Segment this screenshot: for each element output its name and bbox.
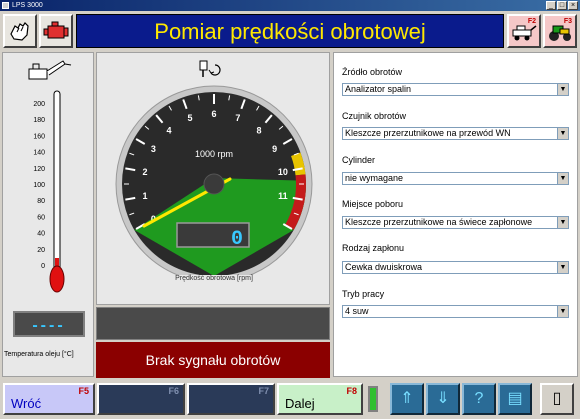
pickup-point-select[interactable]: Kleszcze przerzutnikowe na świece zapłon…: [342, 216, 569, 229]
f2-key-label: F2: [527, 18, 536, 25]
status-message: Brak sygnału obrotów: [96, 342, 330, 378]
maximize-button[interactable]: □: [557, 1, 567, 10]
rpm-sensor-select[interactable]: Kleszcze przerzutnikowe na przewód WN ▼: [342, 127, 569, 140]
gauge-tick-label: 3: [151, 144, 156, 154]
hand-button[interactable]: [3, 14, 37, 48]
window-titlebar: LPS 3000 _ □ ×: [0, 0, 580, 11]
rpm-sensor-label: Czujnik obrotów: [342, 111, 407, 121]
rpm-sensor-value: Kleszcze przerzutnikowe na przewód WN: [345, 128, 511, 138]
arrow-up-icon: ⇑: [400, 390, 414, 407]
ignition-type-value: Cewka dwuiskrowa: [345, 262, 423, 272]
page-title: Pomiar prędkości obrotowej: [76, 14, 504, 48]
thermometer-tick-label: 180: [33, 117, 45, 124]
chevron-down-icon[interactable]: ▼: [557, 217, 568, 228]
back-button-label: Wróć: [11, 396, 42, 411]
thermometer-tick-label: 120: [33, 166, 45, 173]
down-button[interactable]: ⇓: [426, 383, 460, 415]
oil-temperature-readout: ----: [13, 311, 85, 337]
oil-temperature-panel: 200 180 160 140 120 100 80 60 40 20 0 ---- Tempera…: [2, 52, 94, 377]
rpm-source-select[interactable]: Analizator spalin ▼: [342, 83, 569, 96]
thermometer-tick-label: 100: [33, 182, 45, 189]
next-button[interactable]: Dalej F8: [277, 383, 363, 415]
chevron-down-icon[interactable]: ▼: [557, 262, 568, 273]
help-button[interactable]: ?: [462, 383, 496, 415]
thermometer-tick-label: 40: [37, 231, 45, 238]
arrow-down-icon: ⇓: [436, 390, 450, 407]
thermometer-tick-label: 160: [33, 133, 45, 140]
f8-key-label: F8: [346, 386, 357, 396]
door-icon: ▯: [552, 390, 562, 407]
f2-button[interactable]: F2: [507, 14, 541, 48]
exit-button[interactable]: ▯: [540, 383, 574, 415]
cylinder-label: Cylinder: [342, 155, 376, 165]
gauge-unit-label: 1000 rpm: [195, 149, 233, 159]
chevron-down-icon[interactable]: ▼: [557, 173, 568, 184]
pickup-point-value: Kleszcze przerzutnikowe na świece zapłon…: [345, 217, 533, 227]
f6-key-label: F6: [168, 386, 179, 396]
digital-rpm-value: 0: [231, 228, 243, 251]
cylinder-value: nie wymagane: [345, 173, 404, 183]
f3-button[interactable]: F3: [543, 14, 577, 48]
thermometer-tick-label: 80: [37, 198, 45, 205]
gauge-tick-label: 9: [272, 144, 277, 154]
gauge-tick-label: 6: [211, 109, 216, 119]
gauge-tick-label: 1: [143, 191, 148, 201]
window-title: LPS 3000: [12, 2, 43, 9]
close-button[interactable]: ×: [568, 1, 578, 10]
thermometer-tick-label: 60: [37, 214, 45, 221]
thermometer-tick-label: 140: [33, 150, 45, 157]
piston-rotation-icon: [199, 60, 221, 77]
settings-panel: Źródło obrotów Analizator spalin ▼ Czujn…: [333, 52, 578, 377]
gauge-caption: Prędkość obrotowa [rpm]: [175, 275, 253, 282]
f7-button[interactable]: F7: [187, 383, 275, 415]
engine-icon: [43, 21, 69, 39]
f3-key-label: F3: [563, 18, 572, 25]
oil-temperature-label: Temperatura oleju [°C]: [4, 351, 74, 358]
header: Pomiar prędkości obrotowej F2 F3: [0, 11, 580, 51]
rpm-source-value: Analizator spalin: [345, 84, 412, 94]
footer-toolbar: Wróć F5 F6 F7 Dalej F8 ⇑ ⇓ ? ▤ ▯: [0, 380, 580, 419]
cylinder-select[interactable]: nie wymagane ▼: [342, 172, 569, 185]
ignition-type-select[interactable]: Cewka dwuiskrowa ▼: [342, 261, 569, 274]
gauge-tick-label: 4: [166, 125, 171, 135]
gauge-tick-label: 8: [256, 125, 261, 135]
gauge-tick-label: 10: [278, 167, 288, 177]
next-button-label: Dalej: [285, 396, 315, 411]
f6-button[interactable]: F6: [97, 383, 185, 415]
operation-mode-value: 4 suw: [345, 306, 369, 316]
thermometer-tick-label: 20: [37, 247, 45, 254]
gauge-tick-label: 5: [188, 113, 193, 123]
gauge-tick-label: 2: [143, 167, 148, 177]
print-button[interactable]: ▤: [498, 383, 532, 415]
rpm-gauge-panel: 0 1 2 3 4 5 6 7 8 9 10 11 1000 rpm 0 Prędkość obrot…: [96, 52, 330, 305]
question-icon: ?: [474, 390, 484, 407]
gauge-tick-label: 11: [278, 191, 288, 201]
chevron-down-icon[interactable]: ▼: [557, 128, 568, 139]
thermometer-tick-label: 200: [33, 101, 45, 108]
f5-key-label: F5: [78, 386, 89, 396]
operation-mode-select[interactable]: 4 suw ▼: [342, 305, 569, 318]
f7-key-label: F7: [258, 386, 269, 396]
pickup-point-label: Miejsce poboru: [342, 199, 404, 209]
back-button[interactable]: Wróć F5: [3, 383, 95, 415]
operation-mode-label: Tryb pracy: [342, 289, 385, 299]
app-window: LPS 3000 _ □ × Pomiar prędkości obrotowe…: [0, 0, 580, 419]
thermometer-graphic: 200180160140120100806040200: [28, 60, 72, 293]
chevron-down-icon[interactable]: ▼: [557, 306, 568, 317]
printer-icon: ▤: [507, 390, 523, 407]
rpm-source-label: Źródło obrotów: [342, 67, 403, 77]
oil-can-icon: [28, 60, 72, 80]
status-led: [368, 386, 378, 412]
engine-button[interactable]: [39, 14, 73, 48]
rpm-bar-display: [96, 307, 330, 340]
chevron-down-icon[interactable]: ▼: [557, 84, 568, 95]
hand-icon: [10, 22, 29, 41]
rpm-gauge: 012345 6 7891011 1000 rpm 0: [115, 60, 313, 275]
minimize-button[interactable]: _: [546, 1, 556, 10]
app-icon: [2, 2, 9, 9]
gauge-tick-label: 7: [235, 113, 240, 123]
up-button[interactable]: ⇑: [390, 383, 424, 415]
ignition-type-label: Rodzaj zapłonu: [342, 243, 405, 253]
thermometer-tick-label: 0: [41, 263, 45, 270]
